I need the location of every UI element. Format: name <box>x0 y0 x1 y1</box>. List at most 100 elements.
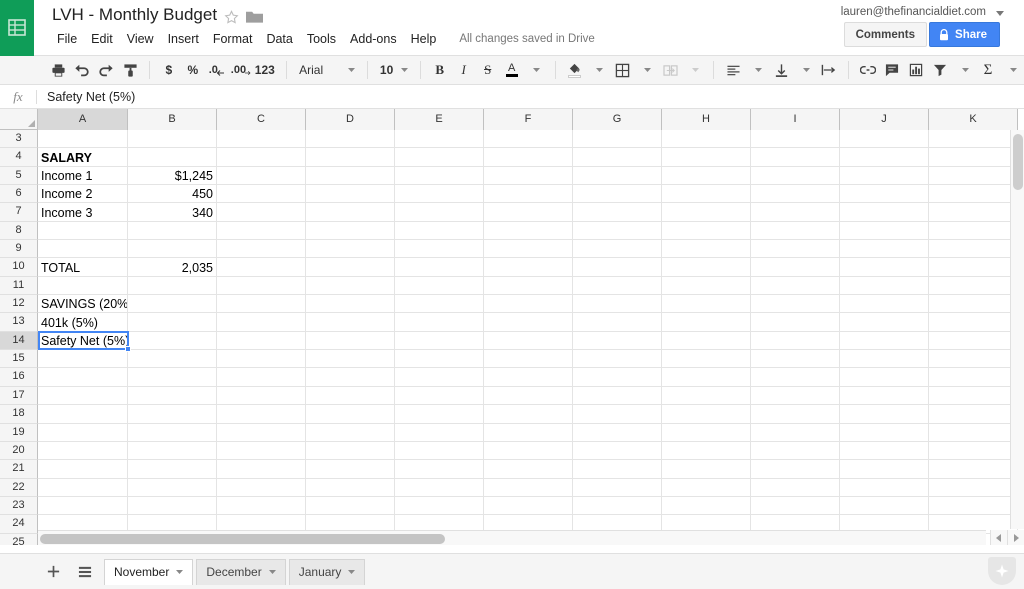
sheet-tab-november[interactable]: November <box>104 559 193 585</box>
cell-A8[interactable] <box>38 222 128 240</box>
cell-H3[interactable] <box>662 130 751 148</box>
row-header-19[interactable]: 19 <box>0 424 38 442</box>
cell-F17[interactable] <box>484 387 573 405</box>
cell-E17[interactable] <box>395 387 484 405</box>
redo-button[interactable] <box>94 58 118 82</box>
cell-B7[interactable]: 340 <box>128 203 217 221</box>
functions-dropdown[interactable] <box>1000 58 1024 82</box>
cell-I10[interactable] <box>751 258 840 276</box>
cell-K14[interactable] <box>929 332 1018 350</box>
horizontal-align-dropdown[interactable] <box>745 58 769 82</box>
cell-C17[interactable] <box>217 387 306 405</box>
cell-F11[interactable] <box>484 277 573 295</box>
star-icon[interactable] <box>224 10 239 25</box>
cell-G17[interactable] <box>573 387 662 405</box>
menu-insert[interactable]: Insert <box>161 30 206 48</box>
cell-F10[interactable] <box>484 258 573 276</box>
functions-button[interactable]: Σ <box>976 58 1000 82</box>
cell-E8[interactable] <box>395 222 484 240</box>
cell-E11[interactable] <box>395 277 484 295</box>
cell-J11[interactable] <box>840 277 929 295</box>
cell-K13[interactable] <box>929 313 1018 331</box>
cell-C8[interactable] <box>217 222 306 240</box>
cell-G16[interactable] <box>573 368 662 386</box>
cell-D17[interactable] <box>306 387 395 405</box>
cell-H19[interactable] <box>662 424 751 442</box>
vertical-align-button[interactable] <box>769 58 793 82</box>
cell-B5[interactable]: $1,245 <box>128 167 217 185</box>
row-header-16[interactable]: 16 <box>0 368 38 386</box>
cell-C12[interactable] <box>217 295 306 313</box>
cell-C9[interactable] <box>217 240 306 258</box>
cell-I20[interactable] <box>751 442 840 460</box>
cell-H10[interactable] <box>662 258 751 276</box>
cell-H23[interactable] <box>662 497 751 515</box>
cell-F14[interactable] <box>484 332 573 350</box>
cell-J9[interactable] <box>840 240 929 258</box>
row-header-15[interactable]: 15 <box>0 350 38 368</box>
row-header-6[interactable]: 6 <box>0 185 38 203</box>
cell-E6[interactable] <box>395 185 484 203</box>
text-color-dropdown[interactable] <box>524 58 548 82</box>
menu-format[interactable]: Format <box>206 30 260 48</box>
cell-D10[interactable] <box>306 258 395 276</box>
cell-J15[interactable] <box>840 350 929 368</box>
menu-addons[interactable]: Add-ons <box>343 30 404 48</box>
strikethrough-button[interactable]: S <box>476 58 500 82</box>
cell-J6[interactable] <box>840 185 929 203</box>
cell-A7[interactable]: Income 3 <box>38 203 128 221</box>
cell-A23[interactable] <box>38 497 128 515</box>
cell-B18[interactable] <box>128 405 217 423</box>
row-header-20[interactable]: 20 <box>0 442 38 460</box>
cell-G19[interactable] <box>573 424 662 442</box>
cell-K16[interactable] <box>929 368 1018 386</box>
fill-color-button[interactable] <box>562 58 586 82</box>
cell-G15[interactable] <box>573 350 662 368</box>
cell-E3[interactable] <box>395 130 484 148</box>
cell-H5[interactable] <box>662 167 751 185</box>
cell-G22[interactable] <box>573 479 662 497</box>
cell-G7[interactable] <box>573 203 662 221</box>
vertical-scrollbar[interactable] <box>1010 130 1024 529</box>
cell-A13[interactable]: 401k (5%) <box>38 313 128 331</box>
cell-A19[interactable] <box>38 424 128 442</box>
cell-G21[interactable] <box>573 460 662 478</box>
row-header-9[interactable]: 9 <box>0 240 38 258</box>
column-header-c[interactable]: C <box>217 109 306 130</box>
cell-J3[interactable] <box>840 130 929 148</box>
filter-button[interactable] <box>928 58 952 82</box>
cell-D19[interactable] <box>306 424 395 442</box>
cell-D21[interactable] <box>306 460 395 478</box>
cell-G6[interactable] <box>573 185 662 203</box>
cell-D16[interactable] <box>306 368 395 386</box>
cell-K8[interactable] <box>929 222 1018 240</box>
cell-B19[interactable] <box>128 424 217 442</box>
cell-F12[interactable] <box>484 295 573 313</box>
chevron-down-icon[interactable] <box>269 570 276 574</box>
select-all-corner[interactable] <box>0 109 38 130</box>
increase-decimal-button[interactable]: .00 <box>229 58 253 82</box>
cell-E10[interactable] <box>395 258 484 276</box>
cell-E21[interactable] <box>395 460 484 478</box>
column-header-f[interactable]: F <box>484 109 573 130</box>
row-header-12[interactable]: 12 <box>0 295 38 313</box>
column-header-e[interactable]: E <box>395 109 484 130</box>
cell-H14[interactable] <box>662 332 751 350</box>
cell-D14[interactable] <box>306 332 395 350</box>
cell-D4[interactable] <box>306 148 395 166</box>
cell-B11[interactable] <box>128 277 217 295</box>
cell-A9[interactable] <box>38 240 128 258</box>
cell-D11[interactable] <box>306 277 395 295</box>
cell-F5[interactable] <box>484 167 573 185</box>
cell-C5[interactable] <box>217 167 306 185</box>
cell-H4[interactable] <box>662 148 751 166</box>
borders-button[interactable] <box>610 58 634 82</box>
cell-F3[interactable] <box>484 130 573 148</box>
cell-C18[interactable] <box>217 405 306 423</box>
cell-I19[interactable] <box>751 424 840 442</box>
cell-I21[interactable] <box>751 460 840 478</box>
cell-G12[interactable] <box>573 295 662 313</box>
cell-B3[interactable] <box>128 130 217 148</box>
cell-I8[interactable] <box>751 222 840 240</box>
fill-color-dropdown[interactable] <box>586 58 610 82</box>
